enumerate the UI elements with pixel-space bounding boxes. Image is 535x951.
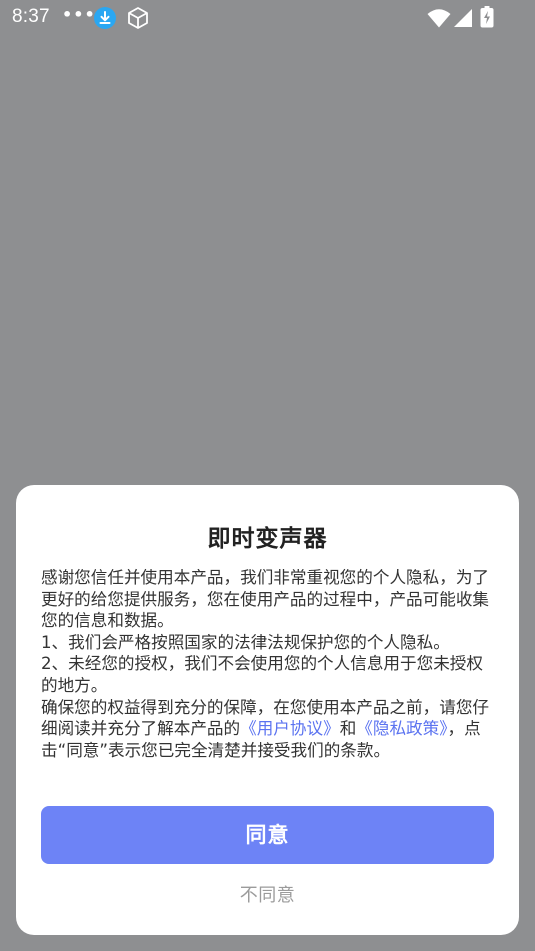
- status-bar: 8:37 •••: [0, 0, 535, 36]
- conjunction-text: 和: [339, 719, 357, 739]
- wifi-icon: [427, 9, 451, 28]
- paragraph-item-1: 1、我们会严格按照国家的法律法规保护您的个人隐私。: [41, 632, 450, 652]
- privacy-policy-link[interactable]: 《隐私政策》: [356, 719, 447, 738]
- disagree-button[interactable]: 不同意: [16, 881, 519, 907]
- signal-icon: [454, 9, 472, 27]
- paragraph-consent: 确保您的权益得到充分的保障，在您使用本产品之前，请您仔细阅读并充分了解本产品的《…: [41, 697, 496, 762]
- paragraph-item-2: 2、未经您的授权，我们不会使用您的个人信息用于您未授权的地方。: [41, 654, 483, 695]
- paragraph-intro: 感谢您信任并使用本产品，我们非常重视您的个人隐私，为了更好的给您提供服务，您在使…: [41, 568, 490, 631]
- cube-icon: [128, 7, 148, 29]
- dialog-title: 即时变声器: [207, 526, 328, 552]
- privacy-consent-dialog: 即时变声器 感谢您信任并使用本产品，我们非常重视您的个人隐私，为了更好的给您提供…: [16, 485, 519, 935]
- download-icon: [94, 7, 116, 29]
- status-time: 8:37: [12, 6, 50, 27]
- battery-charging-icon: [480, 6, 494, 28]
- agree-button[interactable]: 同意: [41, 806, 494, 864]
- dialog-body: 感谢您信任并使用本产品，我们非常重视您的个人隐私，为了更好的给您提供服务，您在使…: [41, 567, 496, 761]
- status-more-dots: •••: [62, 5, 96, 24]
- user-agreement-link[interactable]: 《用户协议》: [240, 719, 340, 738]
